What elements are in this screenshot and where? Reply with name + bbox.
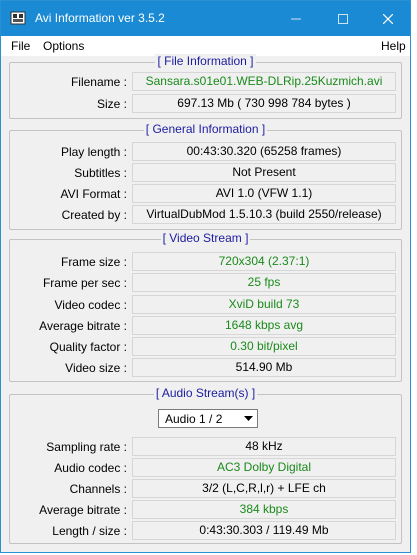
avi-format-row: AVI Format : AVI 1.0 (VFW 1.1)	[10, 184, 401, 204]
length-size-value: 0:43:30.303 / 119.49 Mb	[132, 521, 396, 540]
quality-factor-row: Quality factor : 0.30 bit/pixel	[10, 337, 401, 357]
frame-size-value: 720x304 (2.37:1)	[132, 252, 396, 271]
length-size-row: Length / size : 0:43:30.303 / 119.49 Mb	[10, 521, 401, 541]
menu-file[interactable]: File	[11, 39, 30, 53]
audio-stream-group: [ Audio Stream(s) ] Audio 1 / 2 Sampling…	[9, 386, 402, 544]
quality-factor-value: 0.30 bit/pixel	[132, 337, 396, 356]
menu-bar: File Options Help	[1, 36, 410, 56]
created-by-value: VirtualDubMod 1.5.10.3 (build 2550/relea…	[132, 205, 396, 224]
size-value: 697.13 Mb ( 730 998 784 bytes )	[132, 94, 396, 113]
filename-value: Sansara.s01e01.WEB-DLRip.25Kuzmich.avi	[132, 72, 396, 91]
subtitles-label: Subtitles :	[74, 166, 127, 180]
video-codec-row: Video codec : XviD build 73	[10, 295, 401, 315]
menu-options[interactable]: Options	[43, 39, 84, 53]
audio-codec-value: AC3 Dolby Digital	[132, 458, 396, 477]
sampling-rate-row: Sampling rate : 48 kHz	[10, 437, 401, 457]
filename-label: Filename :	[70, 75, 127, 89]
chevron-down-icon[interactable]	[242, 412, 254, 425]
video-codec-label: Video codec :	[54, 298, 128, 312]
frame-per-sec-row: Frame per sec : 25 fps	[10, 273, 401, 293]
general-information-group: [ General Information ] Play length : 00…	[9, 122, 402, 230]
subtitles-value: Not Present	[132, 163, 396, 182]
minimize-icon	[290, 18, 301, 19]
close-button[interactable]	[365, 1, 410, 36]
filename-row: Filename : Sansara.s01e01.WEB-DLRip.25Ku…	[10, 72, 401, 92]
maximize-button[interactable]	[320, 1, 365, 36]
audio-codec-row: Audio codec : AC3 Dolby Digital	[10, 458, 401, 478]
video-size-value: 514.90 Mb	[132, 358, 396, 377]
video-codec-value: XviD build 73	[132, 295, 396, 314]
audio-stream-select-value: Audio 1 / 2	[165, 412, 223, 426]
maximize-icon	[337, 13, 348, 24]
frame-per-sec-value: 25 fps	[132, 273, 396, 292]
video-size-label: Video size :	[65, 361, 127, 375]
video-bitrate-row: Average bitrate : 1648 kbps avg	[10, 316, 401, 336]
play-length-value: 00:43:30.320 (65258 frames)	[132, 142, 396, 161]
frame-size-label: Frame size :	[60, 255, 127, 269]
avi-format-value: AVI 1.0 (VFW 1.1)	[132, 184, 396, 203]
play-length-label: Play length :	[60, 145, 127, 159]
video-stream-title: [ Video Stream ]	[160, 231, 251, 245]
close-icon	[382, 13, 393, 24]
size-label: Size :	[96, 97, 127, 111]
size-row: Size : 697.13 Mb ( 730 998 784 bytes )	[10, 94, 401, 114]
video-bitrate-label: Average bitrate :	[39, 319, 127, 333]
video-stream-group: [ Video Stream ] Frame size : 720x304 (2…	[9, 231, 402, 382]
video-size-row: Video size : 514.90 Mb	[10, 358, 401, 378]
file-information-title: [ File Information ]	[155, 54, 256, 68]
video-bitrate-value: 1648 kbps avg	[132, 316, 396, 335]
audio-bitrate-value: 384 kbps	[132, 500, 396, 519]
app-film-icon	[10, 10, 26, 26]
channels-value: 3/2 (L,C,R,l,r) + LFE ch	[132, 479, 396, 498]
title-bar[interactable]: Avi Information ver 3.5.2	[1, 1, 410, 36]
audio-bitrate-row: Average bitrate : 384 kbps	[10, 500, 401, 520]
quality-factor-label: Quality factor :	[49, 340, 127, 354]
frame-per-sec-label: Frame per sec :	[42, 276, 127, 290]
file-information-group: [ File Information ] Filename : Sansara.…	[9, 54, 402, 119]
subtitles-row: Subtitles : Not Present	[10, 163, 401, 183]
audio-stream-title: [ Audio Stream(s) ]	[153, 386, 258, 400]
avi-format-label: AVI Format :	[60, 187, 127, 201]
app-window: Avi Information ver 3.5.2 File Options H…	[0, 0, 411, 553]
audio-bitrate-label: Average bitrate :	[39, 503, 127, 517]
created-by-label: Created by :	[61, 208, 127, 222]
audio-codec-label: Audio codec :	[54, 461, 127, 475]
audio-stream-select[interactable]: Audio 1 / 2	[158, 409, 258, 428]
menu-help[interactable]: Help	[381, 39, 406, 53]
created-by-row: Created by : VirtualDubMod 1.5.10.3 (bui…	[10, 205, 401, 225]
length-size-label: Length / size :	[52, 524, 127, 538]
sampling-rate-label: Sampling rate :	[46, 440, 127, 454]
sampling-rate-value: 48 kHz	[132, 437, 396, 456]
channels-label: Channels :	[69, 482, 127, 496]
channels-row: Channels : 3/2 (L,C,R,l,r) + LFE ch	[10, 479, 401, 499]
general-information-title: [ General Information ]	[143, 122, 268, 136]
window-title: Avi Information ver 3.5.2	[35, 11, 165, 25]
frame-size-row: Frame size : 720x304 (2.37:1)	[10, 252, 401, 272]
minimize-button[interactable]	[273, 1, 318, 36]
play-length-row: Play length : 00:43:30.320 (65258 frames…	[10, 142, 401, 162]
